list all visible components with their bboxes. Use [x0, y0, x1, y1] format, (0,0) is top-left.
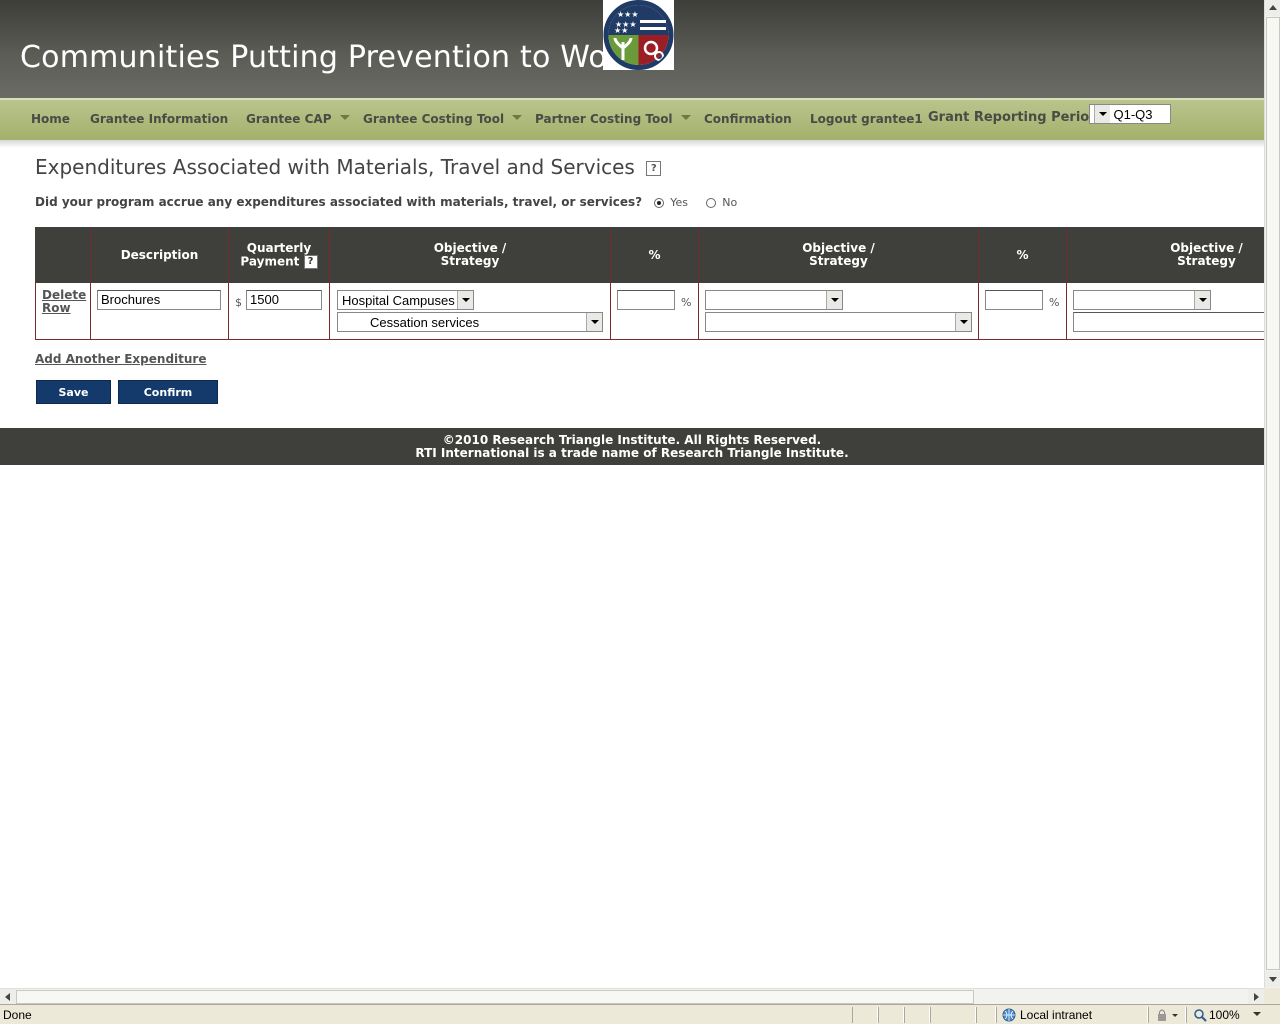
page-title: Expenditures Associated with Materials, … — [35, 155, 662, 179]
percent-sign: % — [681, 296, 692, 309]
vertical-scrollbar[interactable] — [1264, 0, 1280, 988]
cell-payment: $ 1500 — [229, 283, 330, 339]
header-percent-2: % — [978, 227, 1066, 283]
svg-text:★★★: ★★★ — [617, 10, 639, 19]
nav-grantee-information[interactable]: Grantee Information — [90, 112, 228, 126]
objective-select-1[interactable]: Hospital Campuses — [337, 290, 474, 310]
header-objective-1: Objective / Strategy — [329, 227, 610, 283]
radio-no-label: No — [722, 196, 738, 209]
strategy-select-1[interactable]: Cessation services — [337, 312, 603, 332]
header-actions — [35, 227, 90, 283]
chevron-down-icon — [586, 313, 602, 331]
strategy-select-3[interactable] — [1073, 312, 1264, 332]
delete-row-link[interactable]: Delete Row — [42, 289, 86, 315]
radio-no[interactable] — [706, 197, 717, 208]
zoom-pane[interactable]: 100% — [1186, 1007, 1280, 1023]
scroll-left-button[interactable] — [0, 989, 16, 1005]
status-pane — [904, 1007, 930, 1023]
svg-text:★★: ★★ — [614, 26, 628, 35]
currency-symbol: $ — [235, 296, 242, 309]
scroll-down-button[interactable] — [1265, 971, 1280, 987]
help-icon[interactable]: ? — [646, 161, 662, 176]
payment-input[interactable]: 1500 — [246, 290, 322, 310]
zoom-level: 100% — [1209, 1008, 1240, 1022]
nav-grantee-costing-tool[interactable]: Grantee Costing Tool — [363, 112, 523, 126]
status-pane — [878, 1007, 904, 1023]
scroll-right-button[interactable] — [1248, 989, 1264, 1005]
status-pane — [930, 1007, 976, 1023]
zone-pane: Local intranet — [996, 1007, 1148, 1023]
scroll-up-button[interactable] — [1265, 0, 1280, 16]
percent-sign: % — [1049, 296, 1060, 309]
percent-input-1[interactable] — [617, 290, 675, 310]
trade-name-text: RTI International is a trade name of Res… — [415, 446, 849, 460]
cell-percent-2: % — [979, 283, 1067, 339]
browser-status-bar: Done Local intranet 100% — [0, 1004, 1280, 1024]
chevron-down-icon — [1194, 291, 1210, 309]
cell-description: Brochures — [91, 283, 229, 339]
cell-percent-1: % — [611, 283, 699, 339]
help-icon[interactable]: ? — [303, 254, 318, 269]
zoom-icon — [1194, 1009, 1207, 1022]
cell-delete: Delete Row — [36, 283, 91, 339]
cell-objective-2 — [699, 283, 979, 339]
grant-period-label: Grant Reporting Period: — [928, 110, 1104, 125]
site-title: Communities Putting Prevention to Work — [20, 40, 638, 75]
intranet-globe-icon — [1002, 1008, 1016, 1022]
chevron-down-icon — [1094, 105, 1110, 123]
description-input[interactable]: Brochures — [97, 290, 221, 310]
nav-partner-costing-tool[interactable]: Partner Costing Tool — [535, 112, 691, 126]
chevron-down-icon — [1253, 1012, 1261, 1016]
nav-grantee-cap[interactable]: Grantee CAP — [246, 112, 350, 126]
expenditure-question: Did your program accrue any expenditures… — [35, 195, 737, 209]
chevron-down-icon — [826, 291, 842, 309]
dropdown-arrow-icon — [680, 115, 691, 120]
objective-select-3[interactable] — [1073, 290, 1211, 310]
status-pane — [852, 1007, 878, 1023]
percent-input-2[interactable] — [985, 290, 1043, 310]
save-button[interactable]: Save — [36, 380, 111, 404]
grant-period-select[interactable]: Y1 Q1-Q3 — [1089, 104, 1171, 124]
lock-icon — [1158, 1009, 1178, 1021]
header-objective-2: Objective / Strategy — [698, 227, 978, 283]
objective-select-2[interactable] — [705, 290, 843, 310]
dropdown-arrow-icon — [339, 115, 350, 120]
dropdown-arrow-icon — [512, 115, 523, 120]
add-expenditure-link[interactable]: Add Another Expenditure — [35, 352, 206, 366]
site-header: Communities Putting Prevention to Work ★… — [0, 0, 1264, 98]
site-footer: ©2010 Research Triangle Institute. All R… — [0, 428, 1264, 465]
question-text: Did your program accrue any expenditures… — [35, 195, 643, 209]
radio-yes[interactable] — [654, 197, 665, 208]
scrollbar-corner — [1264, 988, 1280, 1004]
strategy-select-2[interactable] — [705, 312, 972, 332]
horizontal-scrollbar[interactable] — [0, 988, 1264, 1005]
status-text: Done — [3, 1008, 32, 1022]
header-percent-1: % — [610, 227, 698, 283]
status-pane — [976, 1007, 996, 1023]
header-quarterly-payment: Quarterly Payment ? — [228, 227, 329, 283]
nav-logout[interactable]: Logout grantee1 — [810, 112, 923, 126]
table-row: Delete Row Brochures $ 1500 Hospital Cam… — [35, 283, 1264, 340]
header-objective-3: Objective / Strategy — [1066, 227, 1264, 283]
confirm-button[interactable]: Confirm — [118, 380, 218, 404]
recovery-seal-logo: ★★★ ★★★ ★★ — [603, 0, 674, 70]
header-description: Description — [90, 227, 228, 283]
cell-objective-3 — [1067, 283, 1264, 339]
radio-yes-label: Yes — [670, 196, 689, 209]
nav-shadow — [0, 140, 1264, 148]
chevron-down-icon — [457, 291, 473, 309]
cell-objective-1: Hospital Campuses Cessation services — [330, 283, 611, 339]
browser-viewport: Communities Putting Prevention to Work ★… — [0, 0, 1264, 988]
zone-text: Local intranet — [1020, 1008, 1093, 1022]
nav-home[interactable]: Home — [31, 112, 70, 126]
horizontal-scroll-thumb[interactable] — [16, 990, 974, 1004]
nav-confirmation[interactable]: Confirmation — [704, 112, 792, 126]
vertical-scroll-thumb[interactable] — [1266, 17, 1280, 970]
expenditures-table-header: Description Quarterly Payment ? Objectiv… — [35, 227, 1264, 283]
protected-mode-pane[interactable] — [1148, 1007, 1186, 1023]
chevron-down-icon — [955, 313, 971, 331]
